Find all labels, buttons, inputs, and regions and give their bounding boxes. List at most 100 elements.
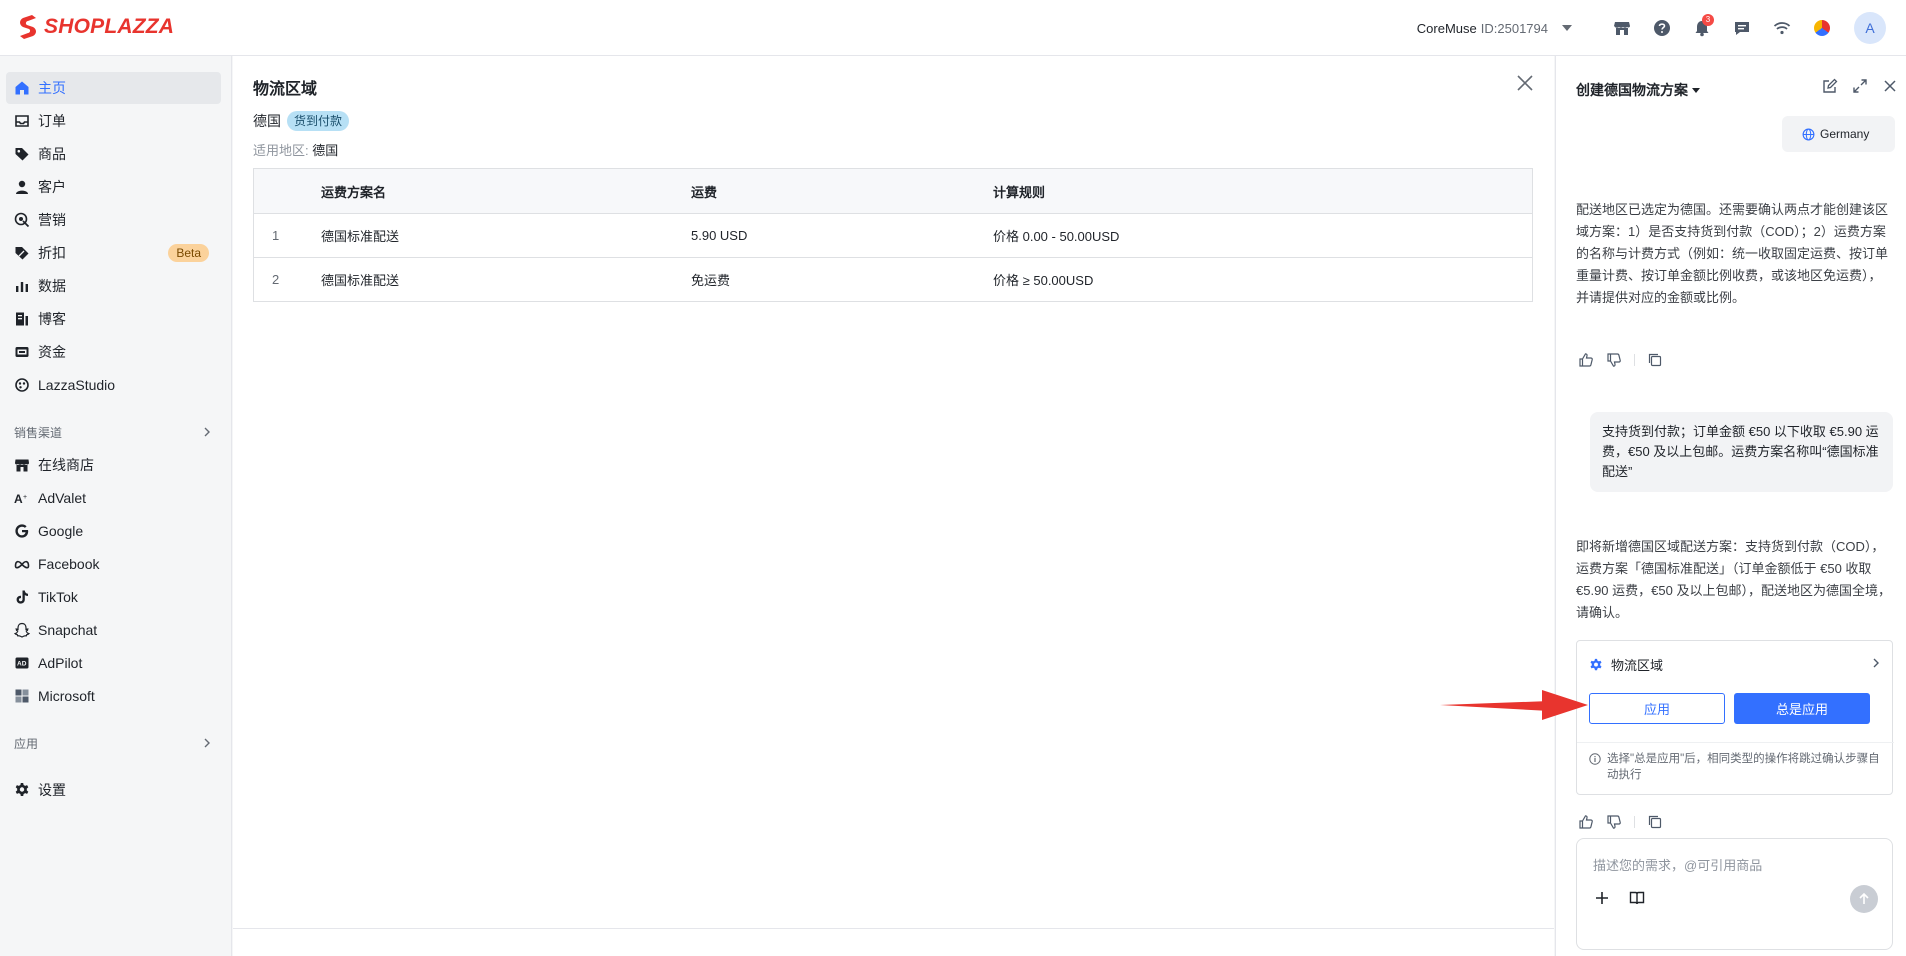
chat-title-dropdown[interactable]: 创建德国物流方案 [1576, 80, 1700, 100]
thumbs-up-icon[interactable] [1578, 352, 1594, 368]
advalet-icon: A + [14, 490, 30, 506]
sidebar-item-microsoft[interactable]: Microsoft [6, 680, 221, 712]
sidebar-item-label: 博客 [38, 311, 66, 327]
chat-actions [1822, 78, 1898, 94]
region-header: 德国 货到付款 [253, 111, 350, 131]
thumbs-down-icon[interactable] [1606, 814, 1622, 830]
store-button[interactable] [1602, 8, 1642, 48]
wifi-icon [1773, 22, 1791, 35]
copy-icon[interactable] [1647, 814, 1663, 830]
sidebar-item-adpilot[interactable]: AD AdPilot [6, 647, 221, 679]
annotation-arrow-icon [1440, 690, 1588, 720]
expand-icon[interactable] [1852, 78, 1868, 94]
thumbs-down-icon[interactable] [1606, 352, 1622, 368]
cod-badge: 货到付款 [287, 111, 350, 131]
country-chip: Germany [1782, 116, 1895, 152]
sidebar-item-label: Microsoft [38, 688, 95, 704]
assistant-message: 即将新增德国区域配送方案：支持货到付款（COD），运费方案「德国标准配送」（订单… [1576, 539, 1891, 620]
page-title: 物流区域 [253, 81, 318, 98]
wallet-icon [14, 344, 30, 360]
top-bar: SHOPLAZZA CoreMuse ID:2501794 3 A [0, 0, 1906, 56]
table-row: 1 德国标准配送 5.90 USD 价格 0.00 - 50.00USD [254, 213, 1532, 257]
store-icon [1614, 22, 1630, 35]
hint-text: 选择"总是应用"后，相同类型的操作将跳过确认步骤自动执行 [1607, 753, 1880, 781]
svg-text:A: A [14, 492, 23, 506]
sidebar-item-snapchat[interactable]: Snapchat [6, 614, 221, 646]
discount-icon [14, 245, 30, 261]
sidebar-item-finance[interactable]: 资金 [6, 336, 221, 368]
sales-channels-header[interactable]: 销售渠道 [6, 416, 221, 448]
svg-text:+: + [23, 494, 27, 501]
sidebar-item-discounts[interactable]: 折扣 Beta [6, 237, 221, 269]
region-name: 德国 [253, 113, 281, 129]
sidebar-item-online-store[interactable]: 在线商店 [6, 449, 221, 481]
meta-icon [14, 556, 30, 572]
logo-text: SHOPLAZZA [44, 15, 175, 38]
rate-fee: 免运费 [691, 273, 731, 288]
sidebar-item-label: TikTok [38, 589, 78, 605]
sidebar-item-label: 资金 [38, 344, 66, 360]
sidebar-item-label: Google [38, 523, 84, 539]
chevron-right-icon [204, 738, 210, 748]
chart-icon [14, 278, 30, 294]
messages-button[interactable] [1722, 8, 1762, 48]
chevron-right-icon[interactable] [1870, 657, 1882, 669]
sidebar-item-marketing[interactable]: 营销 [6, 204, 221, 236]
table-row: 2 德国标准配送 免运费 价格 ≥ 50.00USD [254, 257, 1532, 301]
assistant-panel: 创建德国物流方案 Germany 配送地区已选定为德国。还需要确认两点才能创建该… [1555, 56, 1906, 956]
gear-icon [1590, 658, 1602, 670]
sidebar-item-products[interactable]: 商品 [6, 138, 221, 170]
country-name: Germany [1820, 127, 1870, 141]
apps-header[interactable]: 应用 [6, 727, 221, 759]
store-id: ID:2501794 [1480, 20, 1548, 36]
chevron-right-icon [204, 427, 210, 437]
sidebar-item-analytics[interactable]: 数据 [6, 270, 221, 302]
thumbs-up-icon[interactable] [1578, 814, 1594, 830]
applies-region: 适用地区: 德国 [253, 140, 338, 159]
sidebar-item-facebook[interactable]: Facebook [6, 548, 221, 580]
book-icon[interactable] [1628, 889, 1646, 907]
notifications-button[interactable]: 3 [1682, 8, 1722, 48]
apply-button[interactable]: 应用 [1589, 693, 1725, 724]
adpilot-icon: AD [14, 655, 30, 671]
row-index: 2 [272, 272, 280, 287]
network-button[interactable] [1762, 8, 1802, 48]
always-apply-button[interactable]: 总是应用 [1734, 693, 1870, 724]
chat-input[interactable] [1593, 853, 1873, 877]
theme-button[interactable] [1802, 8, 1842, 48]
sidebar-item-google[interactable]: Google [6, 515, 221, 547]
help-button[interactable] [1642, 8, 1682, 48]
snapchat-icon [14, 622, 30, 638]
close-icon[interactable] [1514, 72, 1536, 94]
sidebar-item-label: AdValet [38, 490, 86, 506]
sidebar-item-lazzastudio[interactable]: LazzaStudio [6, 369, 221, 401]
sidebar-item-advalet[interactable]: A + AdValet [6, 482, 221, 514]
plus-icon[interactable] [1593, 889, 1611, 907]
sidebar-item-settings[interactable]: 设置 [6, 774, 221, 806]
column-header: 运费方案名 [321, 184, 387, 200]
new-chat-icon[interactable] [1822, 78, 1838, 94]
sidebar-item-customers[interactable]: 客户 [6, 171, 221, 203]
card-header[interactable]: 物流区域 [1589, 655, 1663, 674]
store-switcher[interactable]: CoreMuse ID:2501794 [1417, 21, 1572, 36]
sidebar-item-label: 订单 [38, 113, 66, 129]
shoplazza-logo-icon [20, 15, 36, 39]
notification-badge: 3 [1702, 14, 1714, 26]
sidebar-item-home[interactable]: 主页 [6, 72, 221, 104]
table-header: 运费方案名 运费 计算规则 [254, 169, 1532, 213]
avatar[interactable]: A [1854, 12, 1886, 44]
sidebar-item-label: 营销 [38, 212, 66, 228]
sidebar-item-label: 数据 [38, 278, 66, 294]
sidebar-item-orders[interactable]: 订单 [6, 105, 221, 137]
send-button[interactable] [1850, 885, 1878, 913]
sidebar-item-label: AdPilot [38, 655, 83, 671]
home-icon [14, 80, 30, 96]
close-icon[interactable] [1882, 78, 1898, 94]
shipping-zone-panel: 物流区域 德国 货到付款 适用地区: 德国 运费方案名 运费 计算规则 1 德国… [233, 56, 1554, 956]
rate-rule: 价格 0.00 - 50.00USD [993, 229, 1120, 244]
shoplazza-logo[interactable]: SHOPLAZZA [18, 14, 174, 40]
copy-icon[interactable] [1647, 352, 1663, 368]
sidebar-item-blog[interactable]: 博客 [6, 303, 221, 335]
sidebar-item-tiktok[interactable]: TikTok [6, 581, 221, 613]
message-feedback [1578, 814, 1663, 830]
